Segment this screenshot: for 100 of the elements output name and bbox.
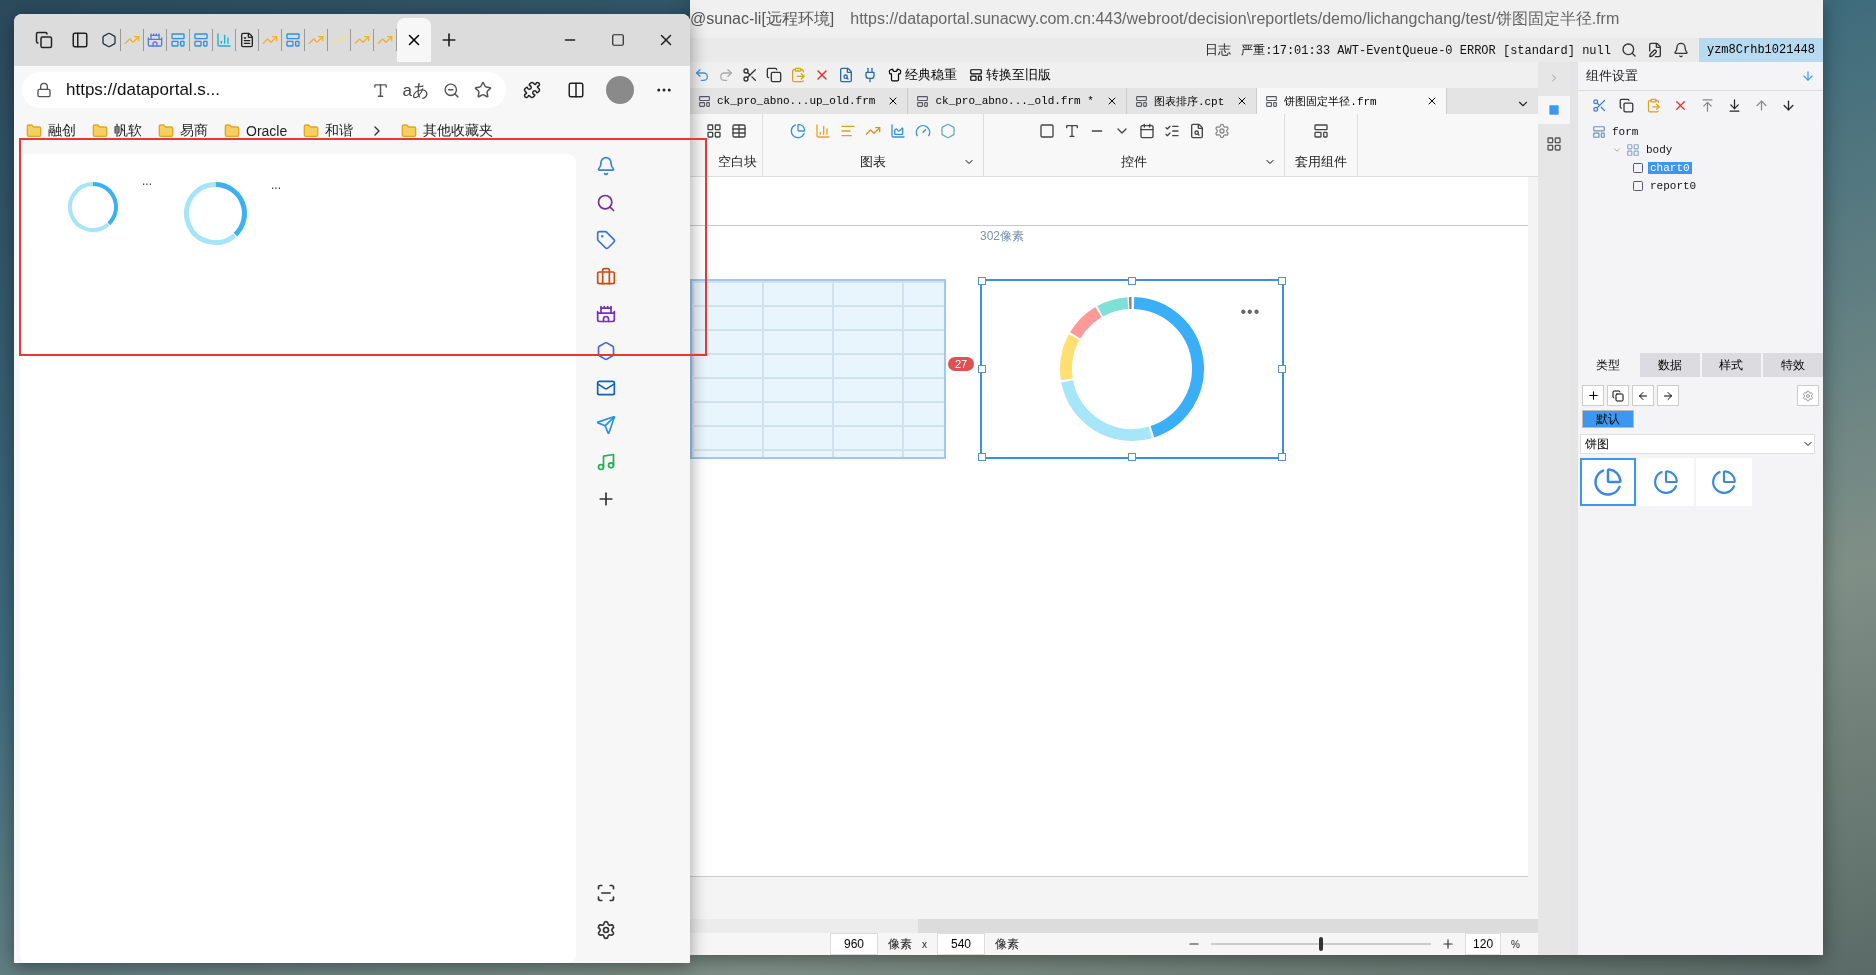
mail-icon[interactable]: [596, 378, 616, 398]
panel-tab[interactable]: 样式: [1701, 353, 1762, 377]
move-bottom-icon[interactable]: [1727, 97, 1742, 113]
send-icon[interactable]: [596, 415, 616, 435]
tree-item[interactable]: report0: [1648, 180, 1699, 192]
widget-panel-tab[interactable]: [1538, 96, 1570, 124]
template-icon[interactable]: [1313, 123, 1329, 139]
toolbox-icon[interactable]: [596, 267, 616, 287]
copy-icon[interactable]: [1619, 97, 1634, 113]
label-icon[interactable]: [1063, 123, 1080, 139]
more-label[interactable]: ...: [142, 174, 152, 188]
toolbar-button[interactable]: 转换至旧版: [967, 66, 1053, 84]
bookmark-folder[interactable]: 其他收藏夹: [401, 122, 494, 140]
settings-button[interactable]: [1797, 385, 1819, 406]
donut-chart-drawing: [182, 180, 249, 247]
panel-tab[interactable]: 数据: [1639, 353, 1700, 377]
style-button[interactable]: 默认: [1582, 410, 1634, 428]
split-screen-icon[interactable]: [567, 81, 585, 99]
move-down-icon[interactable]: [1781, 97, 1796, 113]
tag-icon[interactable]: [596, 230, 616, 250]
move-up-icon[interactable]: [1754, 97, 1769, 113]
bar-list-icon[interactable]: [840, 123, 856, 139]
hexagon-icon[interactable]: [596, 341, 616, 361]
search-icon[interactable]: [1620, 42, 1637, 58]
translate-label[interactable]: aあ: [402, 78, 429, 102]
address-bar[interactable]: https://dataportal.s... aあ: [22, 72, 506, 108]
file-icon: [698, 94, 711, 108]
move-top-icon[interactable]: [1700, 97, 1715, 113]
resize-handle[interactable]: [978, 365, 987, 373]
user-name[interactable]: yzm8Crhb1021448: [1698, 38, 1823, 62]
layout-icon[interactable]: [1546, 136, 1562, 152]
slider-thumb[interactable]: [1318, 937, 1323, 951]
maximize-icon[interactable]: [611, 33, 625, 47]
search-widget-icon[interactable]: [1188, 123, 1205, 139]
chart-type-select[interactable]: 饼图: [1580, 434, 1815, 454]
zoom-out-icon[interactable]: [443, 81, 460, 99]
gear-icon[interactable]: [1213, 123, 1230, 139]
music-icon[interactable]: [596, 452, 616, 472]
list-icon[interactable]: [1163, 123, 1180, 139]
table-icon[interactable]: [730, 123, 747, 139]
area-chart-icon[interactable]: [890, 123, 906, 139]
tree-item[interactable]: form: [1610, 126, 1641, 138]
log-label[interactable]: 日志: [1205, 41, 1232, 59]
arrow-right-icon: [1662, 389, 1674, 402]
right-button[interactable]: [1657, 385, 1679, 406]
notes-icon[interactable]: [1646, 42, 1663, 58]
chart-widget[interactable]: •••: [980, 279, 1285, 459]
resize-handle[interactable]: [1128, 277, 1137, 285]
resize-handle[interactable]: [1278, 277, 1287, 285]
vertical-tabs-icon[interactable]: [71, 31, 89, 49]
paste-icon[interactable]: [1646, 97, 1661, 113]
screenshot-icon[interactable]: [596, 883, 616, 903]
copy-icon[interactable]: [766, 67, 782, 83]
resize-handle[interactable]: [1278, 365, 1287, 373]
height-field[interactable]: 540: [937, 933, 985, 955]
gauge-icon[interactable]: [915, 123, 931, 139]
star-icon[interactable]: [474, 81, 492, 99]
search-icon[interactable]: [596, 193, 616, 213]
shirt-icon: [888, 68, 902, 82]
tree-item[interactable]: body: [1644, 144, 1675, 156]
bookmark[interactable]: 和谐: [303, 122, 354, 140]
resize-handle[interactable]: [1128, 453, 1137, 461]
width-field[interactable]: 960: [830, 933, 878, 955]
textbox-icon[interactable]: [1038, 123, 1055, 139]
resize-handle[interactable]: [978, 277, 987, 285]
bookmark[interactable]: 易商: [158, 122, 208, 140]
panel-tab[interactable]: 特效: [1763, 353, 1823, 377]
zoom-in-icon[interactable]: [1441, 937, 1456, 951]
grid-icon[interactable]: [705, 123, 722, 139]
browser-tab[interactable]: [397, 18, 431, 62]
plug-icon[interactable]: [862, 67, 878, 83]
collapse-icon[interactable]: [1801, 69, 1815, 83]
toolbar-button[interactable]: 经典稳重: [886, 66, 959, 84]
bookmark[interactable]: 融创: [26, 122, 76, 140]
more-label[interactable]: ...: [271, 178, 282, 192]
bell-icon[interactable]: [1672, 42, 1689, 58]
extensions-icon[interactable]: [523, 81, 541, 99]
resize-handle[interactable]: [1278, 453, 1287, 461]
add-button[interactable]: [1582, 385, 1604, 406]
donut-chart-drawing: [66, 180, 120, 234]
pie-type-option[interactable]: [1580, 458, 1636, 506]
preview-icon[interactable]: [838, 67, 854, 83]
tab-actions-icon[interactable]: [35, 31, 53, 49]
left-button[interactable]: [1632, 385, 1654, 406]
chess-icon[interactable]: [596, 304, 616, 324]
pie-chart-icon: [1653, 469, 1679, 495]
date-icon[interactable]: [1138, 123, 1155, 139]
zoom-field[interactable]: 120: [1465, 933, 1502, 955]
resize-handle[interactable]: [978, 453, 987, 461]
scrollbar-thumb[interactable]: [918, 919, 1538, 933]
bookmark[interactable]: Oracle: [224, 123, 288, 139]
more-label[interactable]: •••: [1240, 303, 1261, 321]
settings-icon[interactable]: [596, 920, 616, 940]
pie-chart-icon[interactable]: [790, 123, 806, 139]
bookmark[interactable]: 帆软: [92, 122, 142, 140]
undo-icon[interactable]: [694, 67, 710, 83]
avatar[interactable]: [606, 76, 634, 104]
file-tab[interactable]: 饼图固定半径.frm: [1257, 88, 1448, 114]
copy-button[interactable]: [1607, 385, 1629, 406]
cut-icon[interactable]: [742, 67, 758, 83]
